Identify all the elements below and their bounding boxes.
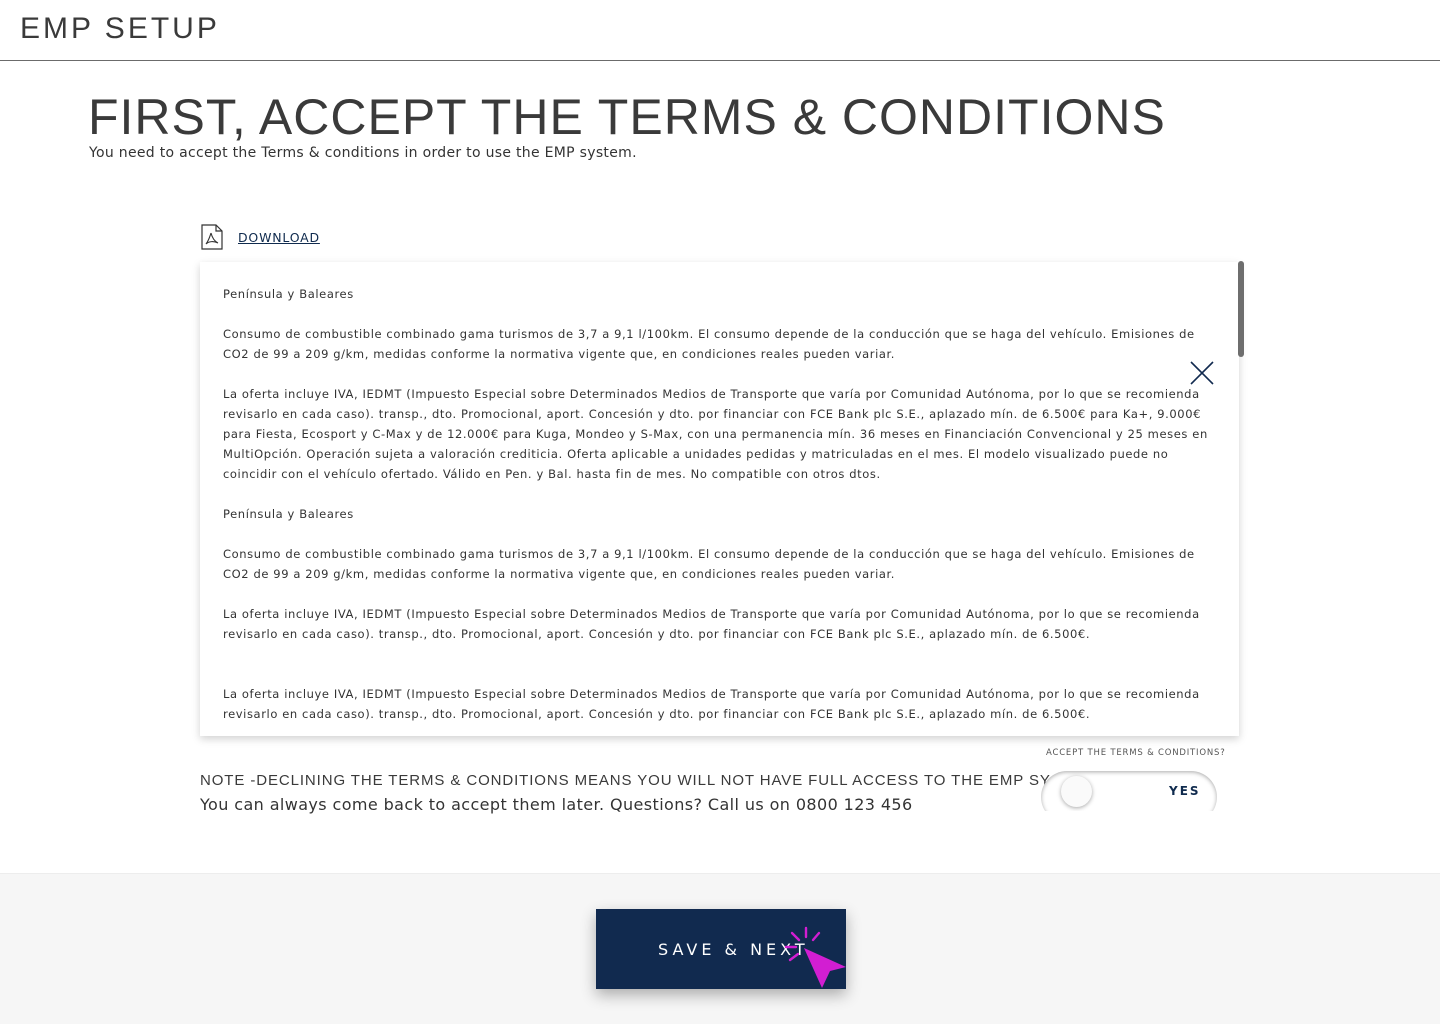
terms-paragraph: Consumo de combustible combinado gama tu…: [223, 547, 1195, 581]
terms-paragraph: La oferta incluye IVA, IEDMT (Impuesto E…: [223, 687, 1200, 721]
toggle-knob[interactable]: [1061, 776, 1092, 807]
download-label: DOWNLOAD: [238, 229, 320, 245]
note-title: NOTE -DECLINING THE TERMS & CONDITIONS M…: [200, 772, 1097, 789]
page-title: FIRST, ACCEPT THE TERMS & CONDITIONS: [88, 89, 1166, 145]
accept-terms-label: ACCEPT THE TERMS & CONDITIONS?: [1046, 748, 1226, 758]
click-cursor-icon: [784, 926, 846, 988]
terms-text: Península y Baleares Consumo de combusti…: [223, 284, 1218, 736]
close-icon[interactable]: [1188, 359, 1216, 387]
terms-paragraph: Península y Baleares: [223, 287, 354, 301]
note-body: You can always come back to accept them …: [200, 795, 913, 814]
toggle-yes-label: YES: [1169, 784, 1201, 798]
app-title: EMP SETUP: [20, 12, 220, 45]
accept-terms-toggle[interactable]: YES: [1041, 771, 1217, 811]
terms-paragraph: Península y Baleares: [223, 507, 354, 521]
terms-paragraph: La oferta incluye IVA, IEDMT (Impuesto E…: [223, 607, 1200, 641]
terms-scroll-box[interactable]: Península y Baleares Consumo de combusti…: [200, 262, 1239, 736]
pdf-file-icon: [201, 224, 223, 250]
terms-paragraph: Consumo de combustible combinado gama tu…: [223, 327, 1195, 361]
download-link[interactable]: DOWNLOAD: [200, 224, 320, 250]
page-subtitle: You need to accept the Terms & condition…: [89, 145, 637, 161]
accept-toggle-wrapper: YES: [1038, 766, 1222, 811]
terms-paragraph: La oferta incluye IVA, IEDMT (Impuesto E…: [223, 387, 1208, 481]
app-header: EMP SETUP: [0, 0, 1440, 61]
terms-scrollbar[interactable]: [1238, 261, 1244, 357]
